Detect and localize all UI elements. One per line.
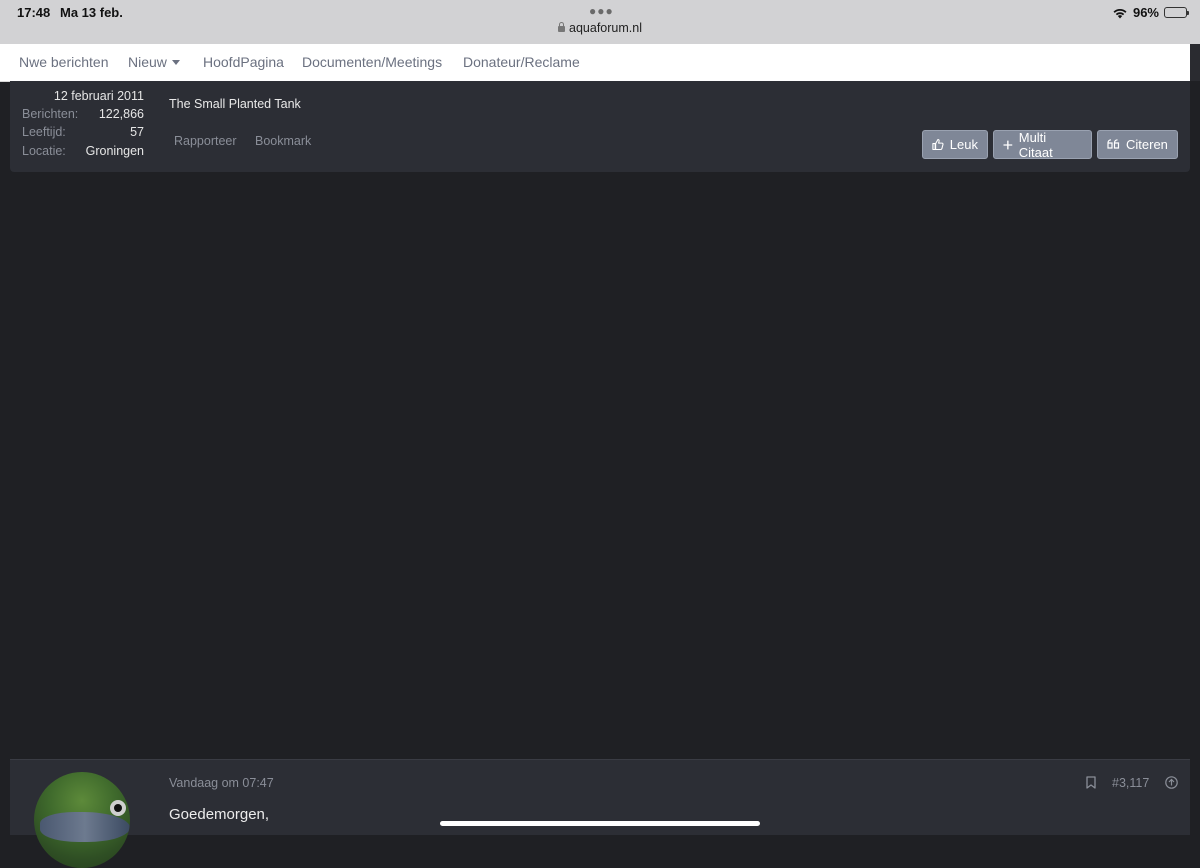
status-bar: 17:48 Ma 13 feb. ●●● aquaforum.nl 96% [0, 0, 1200, 44]
plus-icon [1003, 140, 1013, 149]
nav-documents[interactable]: Documenten/Meetings [302, 54, 442, 70]
status-time: 17:48 [17, 5, 51, 20]
post-card: 12 februari 2011 Berichten: 122,866 Leef… [10, 81, 1190, 172]
main-navigation: Nwe berichten Nieuw HoofdPagina Document… [0, 44, 1190, 82]
nav-new[interactable]: Nieuw [128, 54, 180, 70]
quote-icon [1107, 139, 1120, 149]
multi-quote-button[interactable]: Multi Citaat [993, 129, 1092, 160]
like-label: Leuk [949, 137, 978, 152]
stat-label: Leeftijd: [22, 125, 66, 139]
like-button[interactable]: Leuk [922, 130, 988, 159]
join-date: 12 februari 2011 [53, 89, 144, 103]
url-text: aquaforum.nl [569, 21, 642, 35]
signature: The Small Planted Tank [169, 97, 301, 111]
nav-home[interactable]: HoofdPagina [203, 54, 284, 70]
stat-label: Locatie: [22, 144, 66, 158]
nav-new-label: Nieuw [128, 54, 167, 70]
bookmark-icon[interactable] [1086, 776, 1096, 789]
arrow-up-circle-icon[interactable] [1165, 776, 1178, 789]
nav-donate[interactable]: Donateur/Reclame [463, 54, 580, 70]
post-number[interactable]: #3,117 [1112, 776, 1149, 790]
thumbs-up-icon [932, 138, 944, 151]
stat-value: Groningen [85, 144, 144, 158]
multi-quote-label: Multi Citaat [1018, 129, 1053, 160]
quote-label: Citeren [1126, 137, 1168, 152]
wifi-icon [1113, 8, 1127, 18]
nav-new-posts[interactable]: Nwe berichten [19, 54, 109, 70]
status-date: Ma 13 feb. [60, 5, 123, 20]
stat-label: Berichten: [22, 107, 79, 121]
address-bar[interactable]: aquaforum.nl [0, 21, 1200, 35]
post-date[interactable]: Vandaag om 07:47 [169, 776, 274, 790]
more-dots-icon[interactable]: ●●● [589, 4, 614, 18]
avatar[interactable] [34, 772, 130, 868]
post-body-text: Goedemorgen, [169, 806, 270, 823]
scrollbar[interactable] [1190, 44, 1200, 81]
home-indicator[interactable] [440, 821, 760, 826]
lock-icon [558, 22, 566, 32]
battery-percent: 96% [1132, 5, 1159, 20]
chevron-down-icon [171, 60, 180, 65]
stat-value: 57 [130, 125, 144, 139]
bookmark-link[interactable]: Bookmark [255, 134, 311, 148]
stat-value: 122,866 [98, 107, 144, 121]
battery-icon [1164, 7, 1189, 18]
quote-button[interactable]: Citeren [1097, 130, 1178, 159]
report-link[interactable]: Rapporteer [174, 134, 237, 148]
